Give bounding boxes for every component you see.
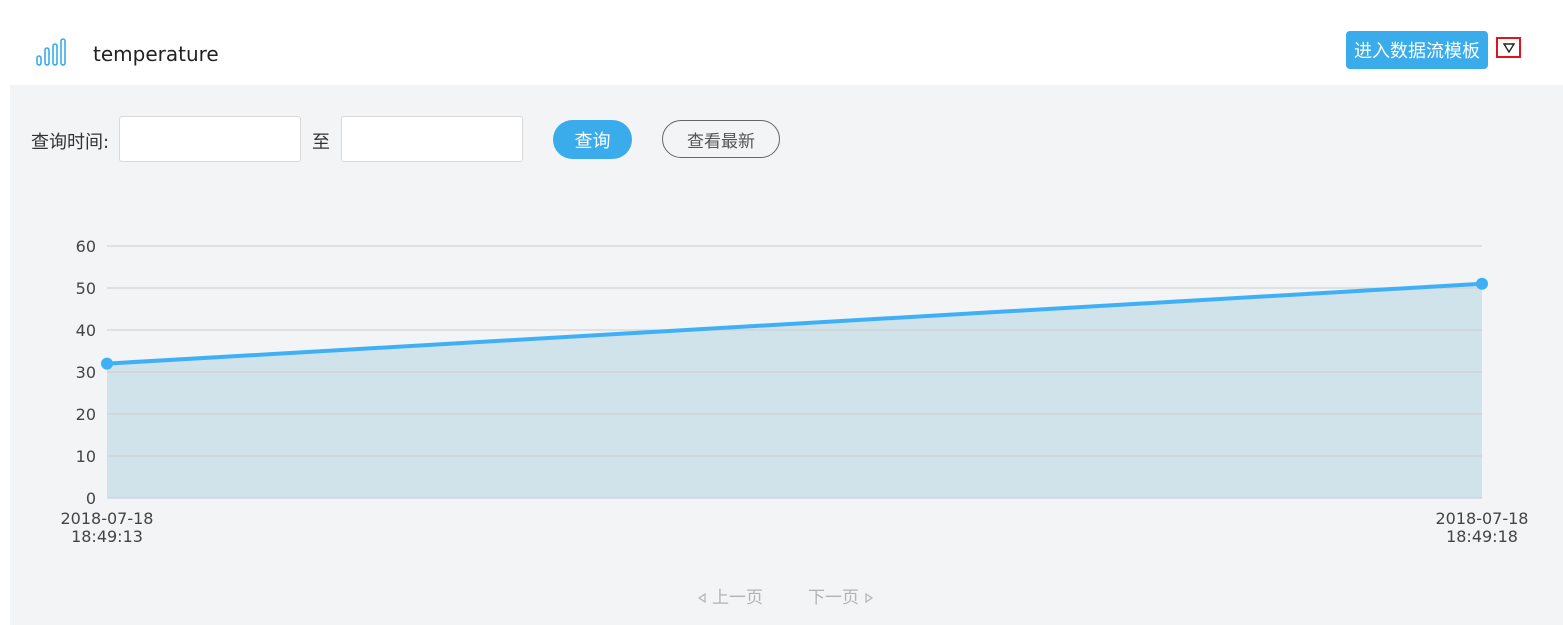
triangle-left-icon: [697, 592, 706, 604]
y-tick-label: 10: [76, 447, 96, 466]
line-chart: 01020304050602018-07-1818:49:132018-07-1…: [61, 237, 1529, 546]
area-fill: [107, 283, 1482, 498]
x-tick-label: 2018-07-18: [61, 509, 154, 528]
data-point: [1476, 277, 1488, 290]
y-tick-label: 0: [86, 489, 96, 508]
y-tick-label: 30: [76, 363, 96, 382]
prev-page-label: 上一页: [712, 588, 763, 608]
y-tick-label: 60: [76, 237, 96, 256]
next-page-link[interactable]: 下一页: [808, 583, 874, 608]
x-tick-label: 18:49:18: [1446, 527, 1518, 546]
x-tick-label: 2018-07-18: [1436, 509, 1529, 528]
next-page-label: 下一页: [808, 588, 859, 608]
prev-page-link[interactable]: 上一页: [697, 583, 763, 608]
triangle-right-icon: [865, 592, 874, 604]
y-tick-label: 40: [76, 321, 96, 340]
y-tick-label: 20: [76, 405, 96, 424]
y-tick-label: 50: [76, 279, 96, 298]
x-tick-label: 18:49:13: [71, 527, 143, 546]
data-point: [101, 357, 113, 370]
